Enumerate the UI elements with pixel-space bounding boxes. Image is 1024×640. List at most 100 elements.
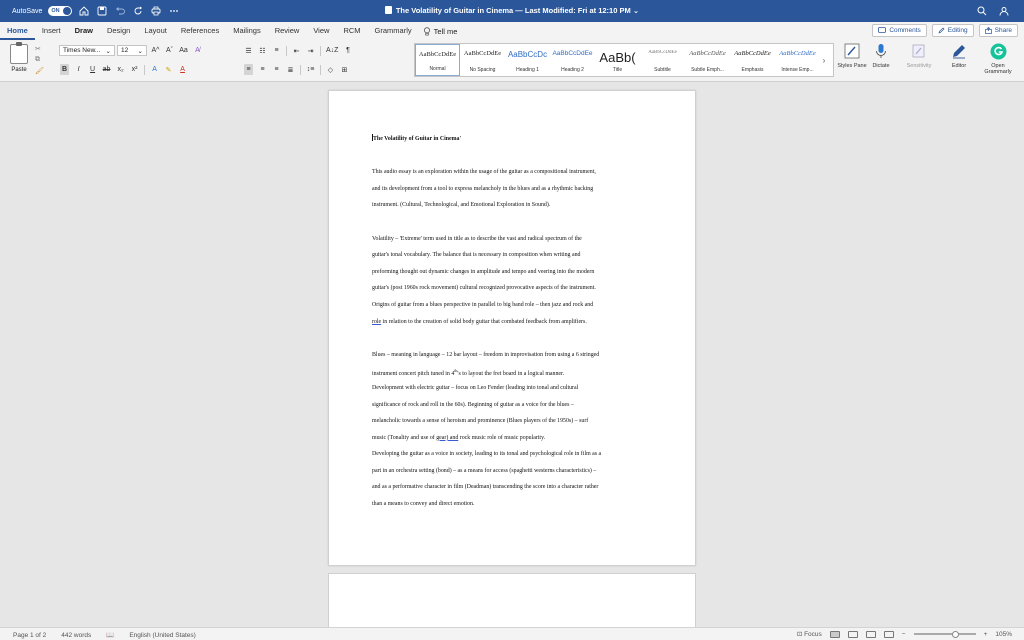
tab-home[interactable]: Home bbox=[0, 22, 35, 40]
clear-formatting-icon[interactable]: A̸ bbox=[193, 45, 202, 56]
paste-button[interactable]: Paste bbox=[8, 42, 30, 73]
editor-label: Editor bbox=[951, 63, 967, 69]
tab-layout[interactable]: Layout bbox=[137, 22, 174, 40]
align-left-icon[interactable]: ≡ bbox=[244, 64, 253, 75]
open-grammarly-button[interactable]: Open Grammarly bbox=[980, 42, 1016, 75]
align-center-icon[interactable]: ≡ bbox=[258, 64, 267, 75]
flagged-word[interactable]: role bbox=[372, 319, 381, 325]
tab-review[interactable]: Review bbox=[268, 22, 307, 40]
subscript-button[interactable]: x₂ bbox=[116, 64, 125, 75]
flagged-word[interactable]: gear) and bbox=[436, 435, 458, 441]
bold-button[interactable]: B bbox=[60, 64, 70, 75]
style-no-spacing[interactable]: AaBbCcDdEe No Spacing bbox=[460, 44, 505, 76]
account-icon[interactable] bbox=[998, 5, 1010, 17]
numbering-icon[interactable]: ☷ bbox=[258, 45, 267, 56]
zoom-out-button[interactable]: − bbox=[902, 631, 906, 638]
style-subtitle[interactable]: AaBbCcDdEe Subtitle bbox=[640, 44, 685, 76]
text-effects-icon[interactable]: A bbox=[150, 64, 159, 75]
editing-button[interactable]: Editing bbox=[931, 24, 974, 37]
style-intense-emphasis[interactable]: AaBbCcDdEe Intense Emp... bbox=[775, 44, 820, 76]
chevron-right-icon[interactable]: › bbox=[820, 44, 828, 76]
style-subtle-emphasis[interactable]: AaBbCcDdEe Subtle Emph... bbox=[685, 44, 730, 76]
font-size-select[interactable]: 12 ⌄ bbox=[117, 45, 147, 56]
tab-rcm[interactable]: RCM bbox=[336, 22, 367, 40]
paragraph-line: This audio essay is an exploration withi… bbox=[372, 169, 596, 176]
tab-references[interactable]: References bbox=[174, 22, 226, 40]
word-count[interactable]: 442 words bbox=[61, 632, 91, 639]
zoom-slider-thumb[interactable] bbox=[951, 630, 959, 638]
underline-button[interactable]: U bbox=[88, 64, 97, 75]
sort-button[interactable]: A↓Z bbox=[326, 45, 338, 56]
tell-me-search[interactable]: Tell me bbox=[419, 27, 457, 36]
title-chevron-icon[interactable]: ⌄ bbox=[633, 6, 639, 15]
font-name-select[interactable]: Times New... ⌄ bbox=[59, 45, 115, 56]
style-title[interactable]: AaBb(Title bbox=[595, 44, 640, 76]
document-page[interactable]: The Volatility of Guitar in Cinema' This… bbox=[328, 90, 696, 566]
paragraph-row-2: ≡ ≡ ≡ ≣ ↕≡ ◇ ⊞ bbox=[244, 64, 349, 75]
tab-grammarly[interactable]: Grammarly bbox=[368, 22, 419, 40]
zoom-slider[interactable] bbox=[913, 630, 976, 638]
justify-icon[interactable]: ≣ bbox=[286, 64, 295, 75]
proofing-icon[interactable]: 📖 bbox=[106, 631, 114, 639]
outline-view-icon[interactable] bbox=[865, 630, 876, 638]
focus-button[interactable]: ⊡ Focus bbox=[797, 630, 822, 638]
format-painter-icon[interactable]: 🖌 bbox=[35, 67, 44, 75]
grow-font-button[interactable]: A^ bbox=[151, 45, 160, 56]
style-emphasis[interactable]: AaBbCcDdEe Emphasis bbox=[730, 44, 775, 76]
document-page-2[interactable] bbox=[328, 573, 696, 633]
editor-button[interactable]: Editor bbox=[941, 42, 977, 69]
divider bbox=[144, 64, 146, 75]
comments-button[interactable]: Comments bbox=[872, 24, 927, 37]
document-heading: The Volatility of Guitar in Cinema' bbox=[372, 131, 655, 148]
ribbon: Paste ✂ ⧉ 🖌 Times New... ⌄ 12 ⌄ A^ Aˇ Aa A… bbox=[0, 40, 1024, 82]
copy-icon[interactable]: ⧉ bbox=[35, 56, 44, 64]
zoom-level[interactable]: 105% bbox=[995, 631, 1012, 638]
decrease-indent-icon[interactable]: ⇤ bbox=[292, 45, 301, 56]
document-body[interactable]: The Volatility of Guitar in Cinema' This… bbox=[372, 131, 655, 513]
tab-insert[interactable]: Insert bbox=[35, 22, 68, 40]
tab-view[interactable]: View bbox=[306, 22, 336, 40]
superscript-button[interactable]: x² bbox=[130, 64, 139, 75]
comment-icon bbox=[878, 27, 887, 33]
borders-icon[interactable]: ⊞ bbox=[340, 64, 349, 75]
line-text: in relation to the creation of solid bod… bbox=[381, 318, 587, 325]
bullets-icon[interactable]: ☰ bbox=[244, 45, 253, 56]
sensitivity-button[interactable]: Sensitivity bbox=[901, 42, 937, 69]
align-right-icon[interactable]: ≡ bbox=[272, 64, 281, 75]
web-layout-icon[interactable] bbox=[847, 630, 858, 638]
paragraph-line: significance of rock and roll in the 60s… bbox=[372, 401, 574, 408]
divider bbox=[300, 64, 301, 75]
font-size-tools: A^ Aˇ Aa A̸ bbox=[151, 45, 202, 56]
change-case-button[interactable]: Aa bbox=[179, 45, 188, 56]
tab-mailings[interactable]: Mailings bbox=[226, 22, 268, 40]
language-label[interactable]: English (United States) bbox=[129, 632, 195, 639]
shrink-font-button[interactable]: Aˇ bbox=[165, 45, 174, 56]
tab-design[interactable]: Design bbox=[100, 22, 137, 40]
print-layout-icon[interactable] bbox=[829, 630, 840, 638]
highlight-icon[interactable]: ✎ bbox=[164, 64, 173, 75]
dictate-button[interactable]: Dictate bbox=[863, 42, 899, 69]
font-color-icon[interactable]: A bbox=[178, 64, 187, 75]
show-formatting-button[interactable]: ¶ bbox=[343, 45, 352, 56]
ribbon-tabs: Home Insert Draw Design Layout Reference… bbox=[0, 22, 1024, 40]
multilevel-list-icon[interactable]: ≡ bbox=[272, 45, 281, 56]
style-name: Normal bbox=[429, 66, 446, 72]
tab-draw[interactable]: Draw bbox=[68, 22, 100, 40]
cut-icon[interactable]: ✂ bbox=[35, 45, 44, 53]
paragraph-line: Development with electric guitar – focus… bbox=[372, 384, 579, 391]
style-heading-2[interactable]: AaBbCcDdEe Heading 2 bbox=[550, 44, 595, 76]
page-count[interactable]: Page 1 of 2 bbox=[13, 632, 46, 639]
style-normal[interactable]: AaBbCcDdEe Normal bbox=[415, 44, 460, 76]
share-button[interactable]: Share bbox=[978, 24, 1018, 37]
draft-view-icon[interactable] bbox=[883, 630, 894, 638]
search-icon[interactable] bbox=[976, 5, 988, 17]
pencil-icon bbox=[938, 27, 945, 34]
shading-icon[interactable]: ◇ bbox=[326, 64, 335, 75]
italic-button[interactable]: I bbox=[74, 64, 83, 75]
increase-indent-icon[interactable]: ⇥ bbox=[306, 45, 315, 56]
zoom-in-button[interactable]: + bbox=[984, 631, 988, 638]
strikethrough-button[interactable]: ab bbox=[102, 64, 111, 75]
line-spacing-icon[interactable]: ↕≡ bbox=[306, 64, 315, 75]
style-heading-1[interactable]: AaBbCcDc Heading 1 bbox=[505, 44, 550, 76]
status-left: Page 1 of 2 442 words 📖 English (United … bbox=[13, 631, 196, 640]
